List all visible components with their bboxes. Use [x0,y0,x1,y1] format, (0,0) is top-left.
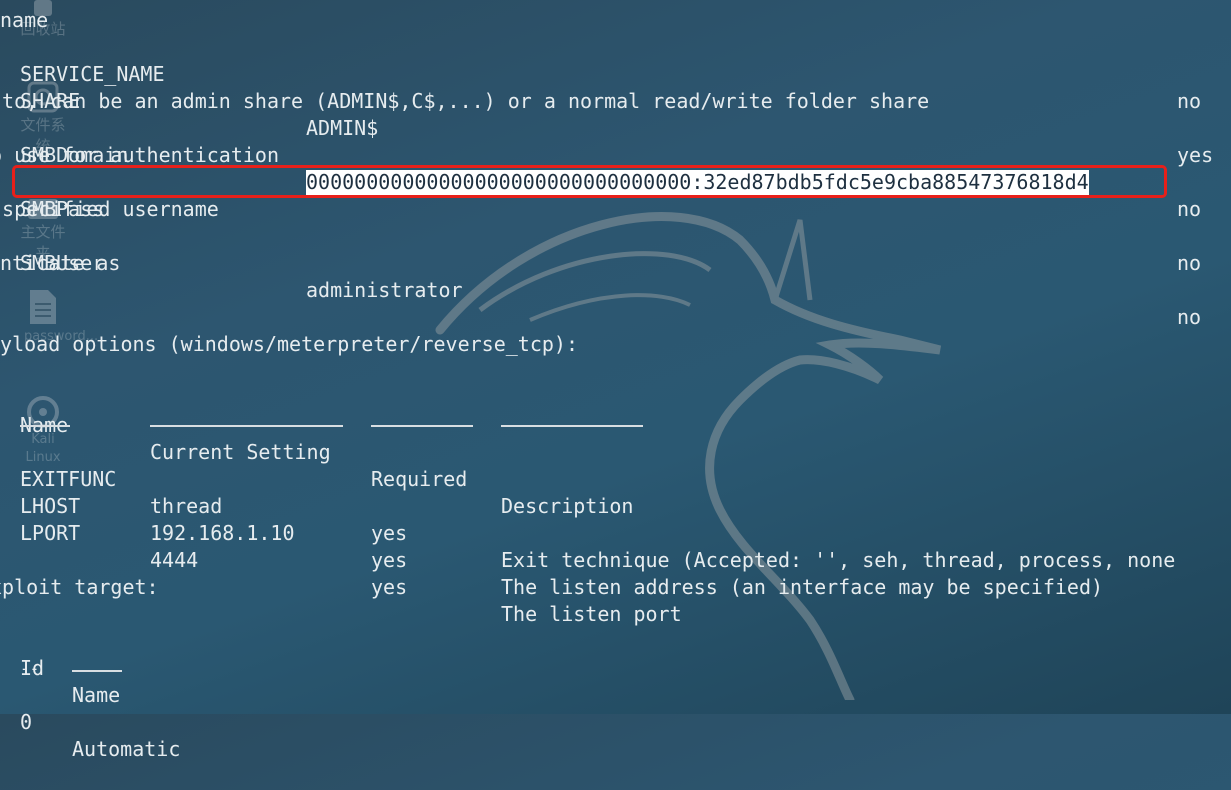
option-row: SERVICE_NAME no [0,34,1231,113]
payload-name: LPORT [20,521,81,545]
target-row: 0 Automatic [0,682,300,761]
header-underline [150,425,343,427]
header-underline [20,425,70,427]
payload-row: EXITFUNC thread yes Exit technique (Acce… [0,439,1231,572]
payload-description: Exit technique (Accepted: '', seh, threa… [501,548,1176,572]
payload-required: yes [371,548,408,572]
terminal-output[interactable]: name SERVICE_NAME no SHARE ADMIN$ yes to… [0,0,1231,761]
payload-description: The listen port [501,602,682,626]
option-value: administrator [306,278,463,302]
output-fragment: name [0,8,49,32]
option-row: SMBUser administrator no [0,223,1231,329]
header-underline [72,670,122,672]
payload-setting: 4444 [150,548,199,572]
red-highlight-annotation [12,165,1167,198]
id-separator: -- [20,659,40,678]
target-id: 0 [20,710,33,734]
payload-row: LPORT 4444 yes The listen port [0,493,1231,626]
option-required: no [1177,251,1202,275]
option-required: no [1177,305,1202,329]
payload-options-heading: ayload options (windows/meterpreter/reve… [0,332,579,356]
option-required: yes [1177,143,1214,167]
option-required: no [1177,89,1202,113]
option-description: specified username [0,197,219,221]
target-table-header: Id Name [0,628,300,707]
header-underline [371,425,473,427]
option-required: no [1177,197,1202,221]
header-underline [501,425,643,427]
payload-row: LHOST 192.168.1.10 yes The listen addres… [0,466,1231,599]
payload-required: yes [371,521,408,545]
exploit-target-heading: xploit target: [0,575,159,599]
payload-description: The listen address (an interface may be … [501,575,1104,599]
option-description: to, can be an admin share (ADMIN$,C$,...… [0,89,930,113]
payload-required: yes [371,575,408,599]
payload-table-header: Name Current Setting Required Descriptio… [0,385,1231,518]
target-name: Automatic [72,737,181,761]
option-description: enticate as [0,251,121,275]
option-row: SMBDomain . no [0,115,1231,221]
option-row: SHARE ADMIN$ yes [0,61,1231,167]
payload-setting: 192.168.1.10 [150,521,295,545]
